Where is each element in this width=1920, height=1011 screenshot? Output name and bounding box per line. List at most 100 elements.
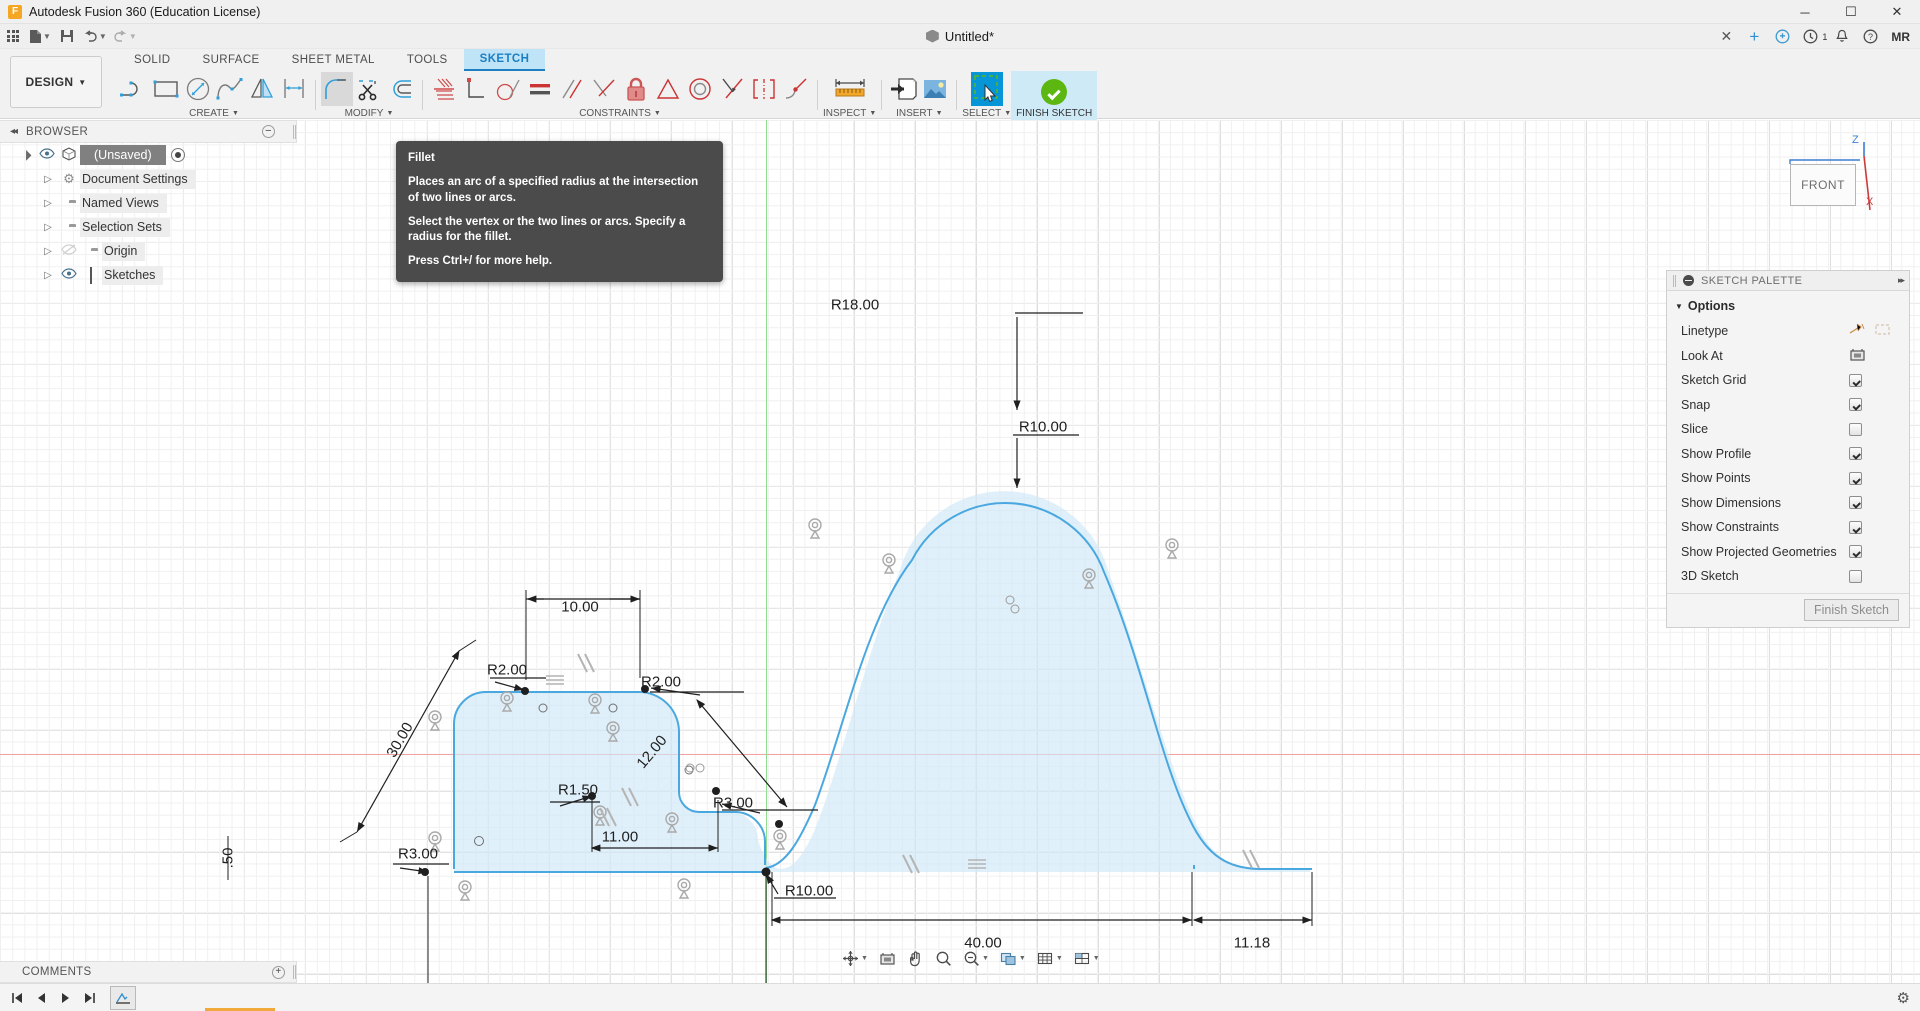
line-icon[interactable] [118, 72, 150, 106]
tab-solid[interactable]: SOLID [118, 49, 187, 71]
ribbon-group-label-create[interactable]: CREATE ▼ [118, 107, 310, 119]
ribbon-group-label-insert[interactable]: INSERT ▼ [887, 107, 951, 119]
mirror-icon[interactable] [246, 72, 278, 106]
browser-row-selection-sets[interactable]: ▷ Selection Sets [0, 215, 297, 239]
snap-checkbox[interactable] [1849, 398, 1862, 412]
display-settings-icon[interactable]: ▼ [996, 946, 1030, 970]
comments-panel[interactable]: COMMENTS + [0, 961, 297, 983]
slice-checkbox[interactable] [1849, 422, 1862, 436]
dimension-label-radius-r2-right[interactable]: R2.00 [641, 674, 681, 691]
palette-row-sketch-grid[interactable]: Sketch Grid [1667, 368, 1909, 393]
palette-finish-sketch-button[interactable]: Finish Sketch [1803, 599, 1899, 621]
zoom-magnifier-icon[interactable] [931, 946, 956, 970]
user-initials[interactable]: MR [1891, 30, 1910, 44]
activate-radio[interactable] [170, 148, 185, 162]
palette-row-linetype[interactable]: Linetype [1667, 319, 1909, 344]
trim-scissors-icon[interactable] [353, 72, 385, 106]
close-button[interactable]: ✕ [1874, 0, 1920, 24]
ribbon-group-label-inspect[interactable]: INSPECT ▼ [823, 107, 876, 119]
equal-icon[interactable] [524, 72, 556, 106]
coincident-icon[interactable] [716, 72, 748, 106]
browser-row-sketches[interactable]: ▷ Sketches [0, 263, 297, 287]
palette-row-show-projected-geometries[interactable]: Show Projected Geometries [1667, 540, 1909, 565]
minus-icon[interactable] [1683, 275, 1694, 286]
palette-row-slice[interactable]: Slice [1667, 417, 1909, 442]
expand-icon[interactable]: ▸▸ [1898, 275, 1905, 286]
dimension-label-linear-50[interactable]: .50 [220, 848, 237, 869]
curvature-icon[interactable] [780, 72, 812, 106]
new-tab-button[interactable]: + [1741, 24, 1767, 49]
job-status-icon[interactable] [1797, 24, 1823, 49]
palette-row-3d-sketch[interactable]: 3D Sketch [1667, 564, 1909, 589]
skip-to-start-icon[interactable] [6, 987, 28, 1009]
expand-triangle-icon[interactable]: ▷ [38, 198, 58, 209]
symmetry-icon[interactable] [748, 72, 780, 106]
maximize-button[interactable]: ☐ [1828, 0, 1874, 24]
concentric-icon[interactable] [684, 72, 716, 106]
resize-grip[interactable] [293, 965, 296, 979]
viewports-icon[interactable]: ▼ [1070, 946, 1104, 970]
insert-derive-icon[interactable] [887, 72, 919, 106]
visibility-eye-icon[interactable] [58, 268, 80, 282]
sketch-feature-icon[interactable] [110, 985, 136, 1010]
circle-icon[interactable] [182, 72, 214, 106]
visibility-eye-icon[interactable] [36, 148, 58, 162]
dimension-label-radius-r2-left[interactable]: R2.00 [487, 662, 527, 679]
tab-surface[interactable]: SURFACE [187, 49, 276, 71]
help-icon[interactable]: ? [1857, 24, 1883, 49]
file-icon[interactable]: ▼ [26, 24, 54, 49]
grid-snap-icon[interactable]: ▼ [1033, 946, 1067, 970]
fix-lock-icon[interactable] [620, 72, 652, 106]
browser-row-named-views[interactable]: ▷ Named Views [0, 191, 297, 215]
sketch-canvas[interactable]: R18.00 R10.00 10.00 R2.00 R2.00 30.00 12.00 R1.… [0, 120, 1920, 1011]
play-icon[interactable] [54, 987, 76, 1009]
dimension-label-linear-11[interactable]: 11.00 [602, 829, 638, 846]
dimension-label-linear-11-18[interactable]: 11.18 [1234, 935, 1270, 952]
show-points-checkbox[interactable] [1849, 471, 1862, 485]
three-d-sketch-checkbox[interactable] [1849, 569, 1862, 583]
skip-to-end-icon[interactable] [78, 987, 100, 1009]
insert-image-icon[interactable] [919, 72, 951, 106]
select-cursor-icon[interactable] [970, 72, 1003, 106]
fillet-icon[interactable] [321, 72, 353, 106]
tab-sheet-metal[interactable]: SHEET METAL [276, 49, 391, 71]
dimension-label-radius-r10-bottom[interactable]: R10.00 [785, 883, 833, 900]
palette-row-show-dimensions[interactable]: Show Dimensions [1667, 491, 1909, 516]
look-at-icon[interactable] [875, 946, 900, 970]
dimension-label-linear-10[interactable]: 10.00 [561, 599, 599, 616]
collinear-icon[interactable] [588, 72, 620, 106]
measure-ruler-icon[interactable] [829, 72, 871, 106]
look-at-icon[interactable] [1849, 347, 1866, 365]
browser-row-origin[interactable]: ▷ Origin [0, 239, 297, 263]
browser-row-unsaved[interactable]: ◥ (Unsaved) [0, 143, 297, 167]
expand-triangle-icon[interactable]: ▷ [38, 270, 58, 281]
collapse-icon[interactable]: ◂◂ [10, 126, 18, 137]
add-comment-button[interactable]: + [272, 965, 285, 979]
browser-row-document-settings[interactable]: ▷ ⚙ Document Settings [0, 167, 297, 191]
perpendicular-icon[interactable] [460, 72, 492, 106]
dimension-label-radius-r3-right[interactable]: R3.00 [713, 795, 753, 812]
linetype-construction-icon[interactable] [1874, 322, 1891, 340]
dimension-label-radius-r10-top[interactable]: R10.00 [1019, 419, 1067, 436]
show-constraints-checkbox[interactable] [1849, 520, 1862, 534]
close-tab-button[interactable]: ✕ [1713, 24, 1739, 49]
view-cube[interactable]: Z X FRONT [1776, 134, 1873, 222]
palette-row-snap[interactable]: Snap [1667, 393, 1909, 418]
dimension-label-radius-r18[interactable]: R18.00 [831, 297, 879, 314]
palette-row-look-at[interactable]: Look At [1667, 344, 1909, 369]
document-tab[interactable]: Untitled* [925, 29, 994, 44]
horizontal-vertical-icon[interactable] [428, 72, 460, 106]
finish-sketch-button[interactable]: FINISH SKETCH [1011, 71, 1098, 127]
spline-icon[interactable] [214, 72, 246, 106]
ribbon-group-label-constraints[interactable]: CONSTRAINTS ▼ [428, 107, 812, 119]
pan-hand-icon[interactable] [903, 946, 928, 970]
expand-triangle-icon[interactable]: ▷ [38, 246, 58, 257]
resize-grip[interactable] [1673, 274, 1676, 287]
save-icon[interactable] [54, 24, 80, 49]
offset-icon[interactable] [385, 72, 417, 106]
ribbon-group-label-modify[interactable]: MODIFY ▼ [321, 107, 417, 119]
ribbon-group-label-select[interactable]: SELECT ▼ [962, 107, 1011, 119]
rectangle-icon[interactable] [150, 72, 182, 106]
app-grid-icon[interactable] [0, 24, 26, 49]
minus-icon[interactable]: − [262, 125, 275, 138]
